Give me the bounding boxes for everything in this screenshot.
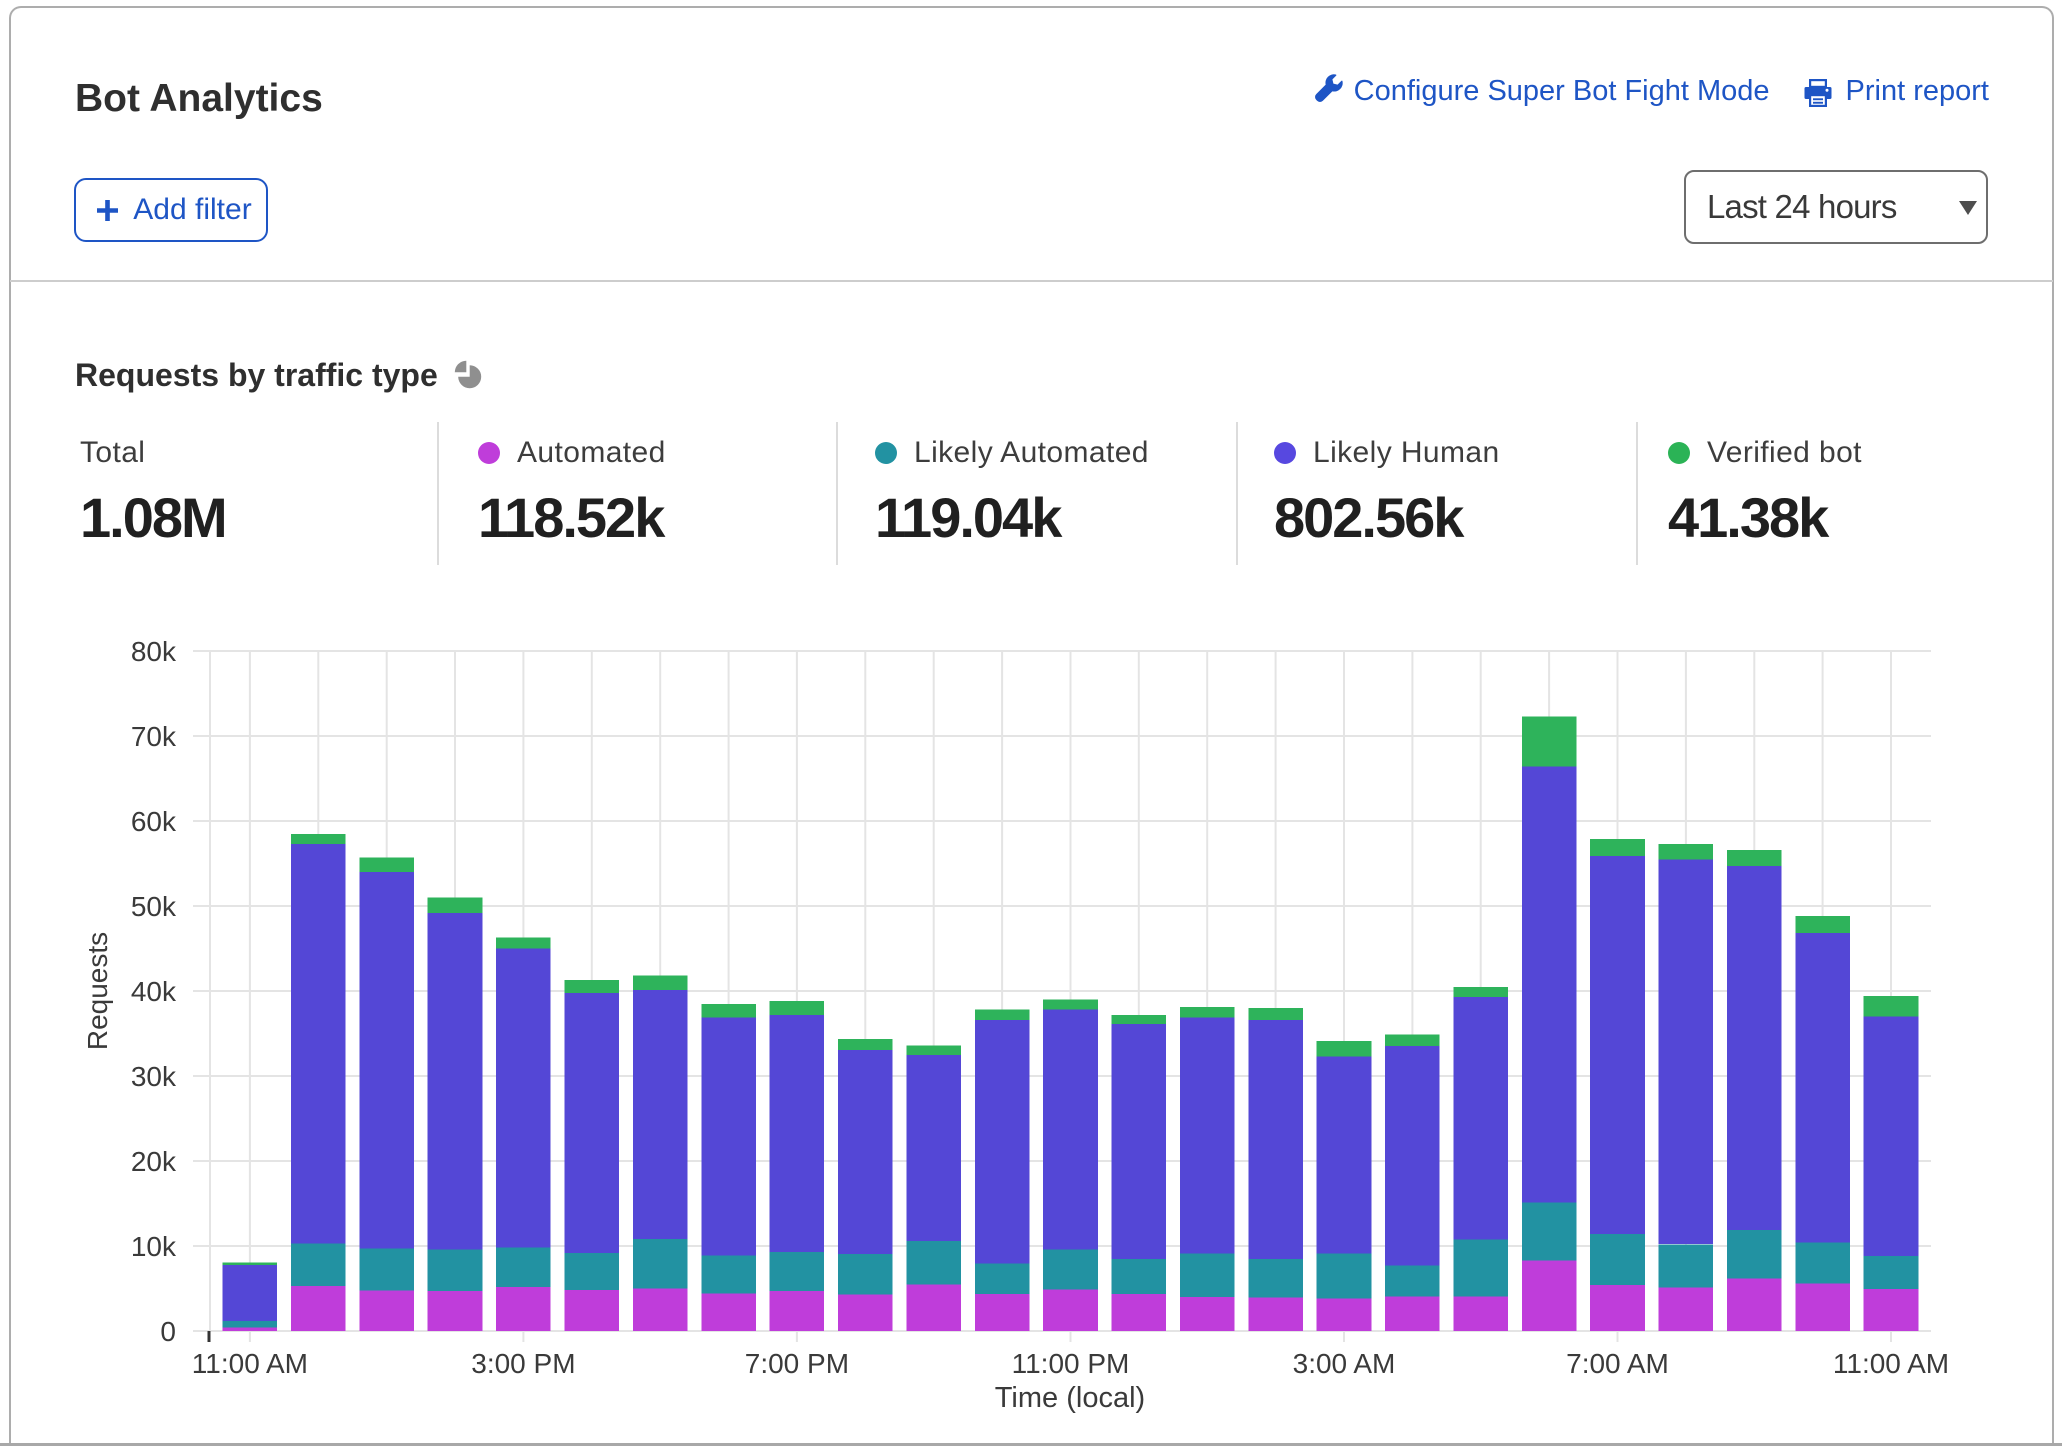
svg-text:7:00 PM: 7:00 PM [745, 1348, 849, 1379]
svg-text:11:00 PM: 11:00 PM [1012, 1348, 1130, 1379]
svg-text:50k: 50k [131, 891, 177, 922]
svg-text:80k: 80k [131, 636, 177, 667]
svg-text:3:00 AM: 3:00 AM [1293, 1348, 1396, 1379]
svg-text:60k: 60k [131, 806, 177, 837]
svg-text:20k: 20k [131, 1146, 177, 1177]
svg-text:11:00 AM: 11:00 AM [192, 1348, 308, 1379]
svg-text:40k: 40k [131, 976, 177, 1007]
svg-text:10k: 10k [131, 1231, 177, 1262]
svg-text:11:00 AM: 11:00 AM [1833, 1348, 1949, 1379]
svg-text:Time (local): Time (local) [995, 1382, 1145, 1414]
svg-text:3:00 PM: 3:00 PM [471, 1348, 575, 1379]
svg-text:0: 0 [160, 1316, 176, 1347]
svg-text:30k: 30k [131, 1061, 177, 1092]
svg-text:70k: 70k [131, 721, 177, 752]
svg-text:7:00 AM: 7:00 AM [1566, 1348, 1669, 1379]
svg-text:Requests: Requests [82, 932, 113, 1050]
